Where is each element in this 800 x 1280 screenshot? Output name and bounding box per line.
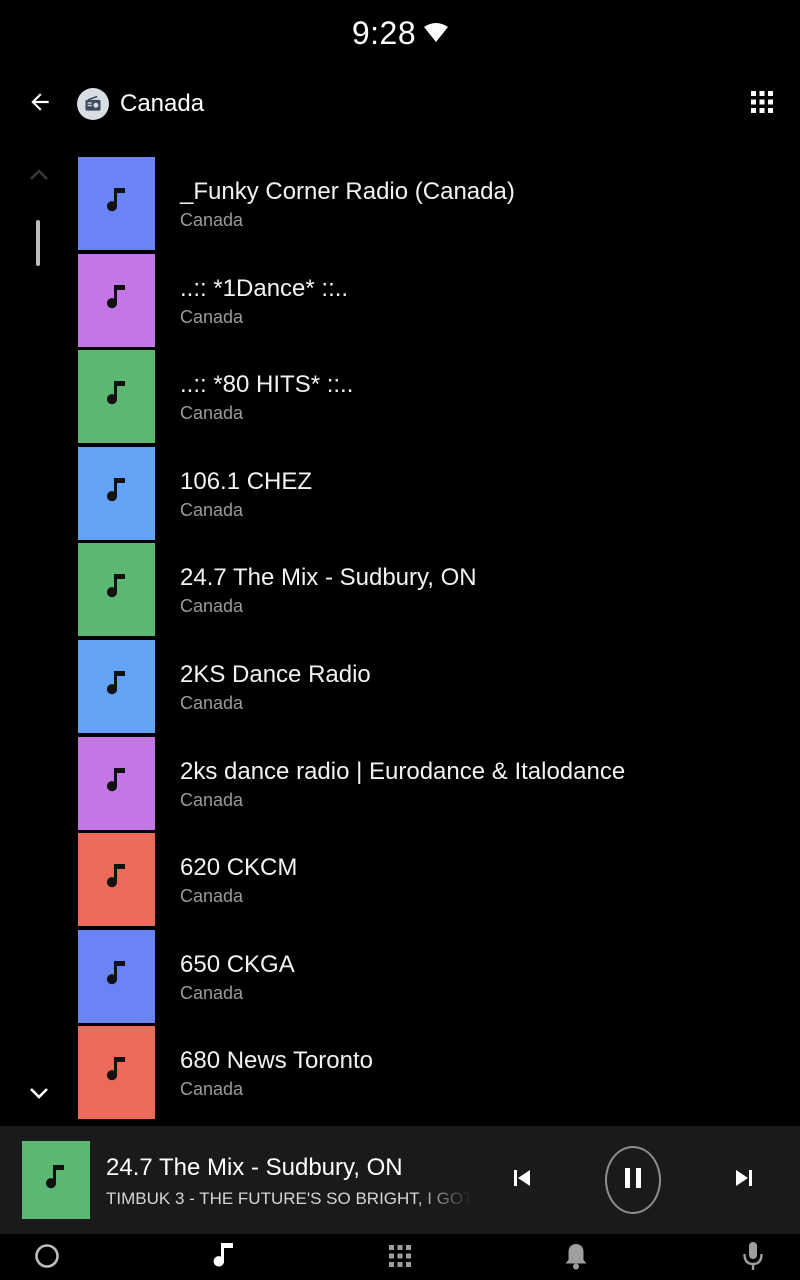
now-playing-art — [22, 1141, 90, 1219]
station-subtitle: Canada — [180, 403, 244, 424]
station-art — [78, 446, 155, 540]
scrollbar-thumb[interactable] — [36, 220, 40, 266]
skip-previous-button[interactable] — [505, 1163, 539, 1197]
station-name: _Funky Corner Radio (Canada) — [180, 178, 515, 205]
radio-icon — [77, 88, 109, 120]
station-name: 24.7 The Mix - Sudbury, ON — [180, 564, 477, 592]
skip-next-icon — [735, 1169, 753, 1192]
station-name: 106.1 CHEZ — [180, 467, 313, 495]
station-row[interactable]: ..:: *80 HITS* ::.. Canada — [78, 350, 800, 447]
station-name: 620 CKCM — [180, 854, 298, 882]
station-list: _Funky Corner Radio (Canada) Canada ..::… — [78, 157, 800, 1125]
chevron-up-icon — [29, 168, 49, 186]
music-note-icon — [46, 1163, 66, 1198]
music-note-icon — [106, 572, 127, 607]
station-row[interactable]: 650 CKGA Canada — [78, 929, 800, 1027]
music-note-icon — [106, 669, 127, 704]
apps-grid-icon — [389, 1244, 411, 1272]
grid-view-button[interactable] — [744, 86, 780, 122]
station-subtitle: Canada — [180, 692, 244, 713]
pause-button[interactable] — [605, 1146, 661, 1214]
station-subtitle: Canada — [180, 306, 244, 327]
status-time: 9:28 — [351, 14, 417, 51]
wifi-icon — [424, 23, 449, 43]
station-art — [78, 1026, 155, 1120]
grid-icon — [751, 90, 773, 118]
scroll-down-button[interactable] — [24, 1080, 54, 1110]
bottom-nav — [0, 1234, 800, 1280]
nav-home[interactable] — [31, 1242, 63, 1274]
nav-voice[interactable] — [737, 1241, 769, 1276]
station-row[interactable]: 106.1 CHEZ Canada — [78, 446, 800, 544]
station-name: 2ks dance radio | Eurodance & Italodance — [180, 757, 626, 785]
station-subtitle: Canada — [180, 210, 244, 230]
station-subtitle: Canada — [180, 596, 244, 617]
now-playing-track: TIMBUK 3 - THE FUTURE'S SO BRIGHT, I GOT… — [106, 1189, 472, 1208]
station-name: 2KS Dance Radio — [180, 660, 371, 688]
arrow-left-icon — [27, 89, 53, 120]
music-note-icon — [106, 766, 127, 801]
pause-icon — [624, 1167, 642, 1194]
music-note-icon — [106, 862, 127, 897]
station-art — [78, 833, 155, 927]
music-note-icon — [106, 186, 127, 221]
station-subtitle: Canada — [180, 499, 244, 520]
bell-icon — [564, 1242, 588, 1275]
station-art — [78, 543, 155, 637]
nav-apps[interactable] — [384, 1242, 416, 1274]
station-row[interactable]: ..:: *1Dance* ::.. Canada — [78, 253, 800, 351]
station-row[interactable]: _Funky Corner Radio (Canada) Canada — [78, 157, 800, 254]
station-art — [78, 253, 155, 347]
station-name: ..:: *80 HITS* ::.. — [180, 371, 354, 399]
station-row[interactable]: 24.7 The Mix - Sudbury, ON Canada — [78, 543, 800, 640]
now-playing-bar[interactable]: 24.7 The Mix - Sudbury, ON TIMBUK 3 - TH… — [0, 1126, 800, 1234]
station-row[interactable]: 2ks dance radio | Eurodance & Italodance… — [78, 736, 800, 834]
skip-previous-icon — [513, 1169, 531, 1192]
chevron-down-icon — [29, 1086, 49, 1104]
station-subtitle: Canada — [180, 789, 244, 810]
station-name: ..:: *1Dance* ::.. — [180, 274, 349, 302]
music-note-icon — [106, 379, 127, 414]
nav-notifications[interactable] — [560, 1242, 592, 1274]
station-art — [78, 350, 155, 444]
music-note-icon — [106, 1055, 127, 1090]
page-title: Canada — [120, 90, 205, 117]
station-subtitle: Canada — [180, 886, 244, 907]
music-note-icon — [106, 476, 127, 511]
station-art — [78, 639, 155, 733]
station-art — [78, 929, 155, 1023]
nav-media[interactable] — [208, 1242, 240, 1274]
station-art — [78, 157, 155, 250]
music-note-icon — [213, 1241, 235, 1276]
station-art — [78, 736, 155, 830]
station-subtitle: Canada — [180, 1079, 244, 1100]
station-row[interactable]: 620 CKCM Canada — [78, 833, 800, 930]
home-circle-icon — [34, 1243, 60, 1274]
app-bar: Canada — [0, 70, 800, 138]
station-subtitle: Canada — [180, 982, 244, 1003]
scroll-up-button[interactable] — [24, 162, 54, 192]
music-note-icon — [106, 959, 127, 994]
back-button[interactable] — [20, 84, 60, 124]
station-name: 650 CKGA — [180, 950, 295, 978]
status-bar: 9:28 — [0, 0, 800, 66]
now-playing-title: 24.7 The Mix - Sudbury, ON — [106, 1154, 403, 1181]
station-row[interactable]: 2KS Dance Radio Canada — [78, 639, 800, 737]
microphone-icon — [742, 1241, 764, 1276]
music-note-icon — [106, 283, 127, 318]
skip-next-button[interactable] — [727, 1163, 761, 1197]
station-row[interactable]: 680 News Toronto Canada — [78, 1026, 800, 1123]
station-name: 680 News Toronto — [180, 1047, 374, 1075]
